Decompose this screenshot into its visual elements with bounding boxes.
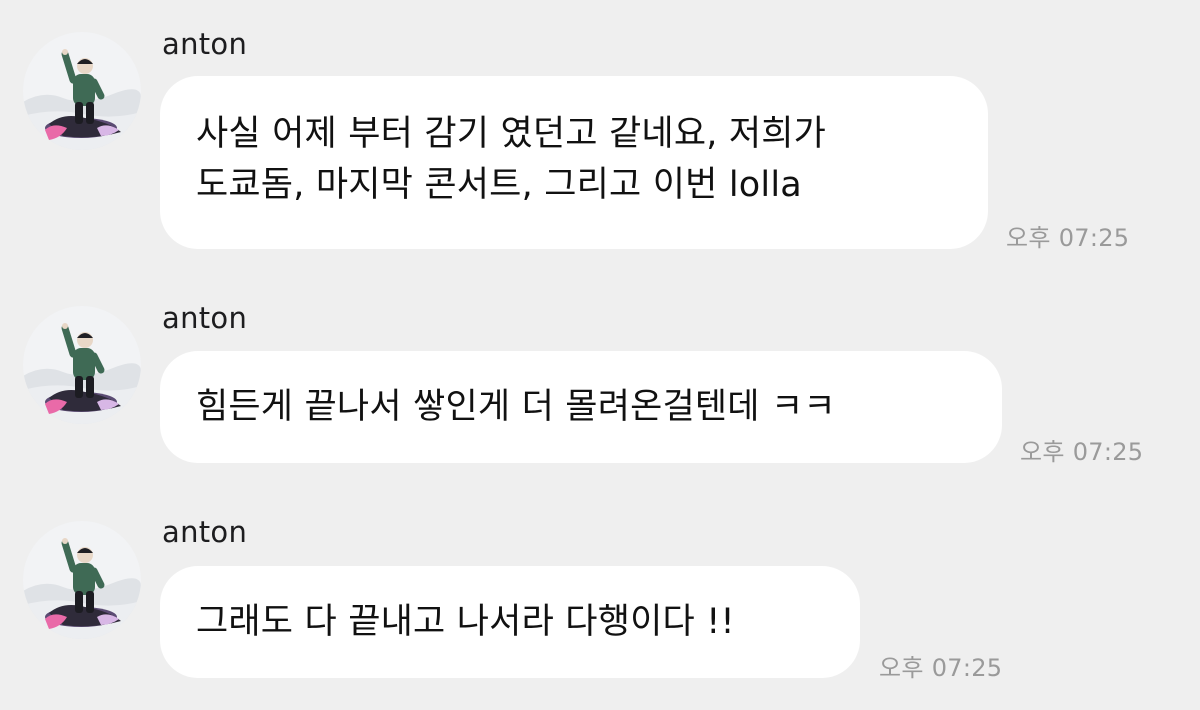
message-bubble[interactable]: 사실 어제 부터 감기 였던고 같네요, 저희가 도쿄돔, 마지막 콘서트, 그…: [160, 76, 988, 249]
message-bubble[interactable]: 힘든게 끝나서 쌓인게 더 몰려온걸텐데 ㅋㅋ: [160, 351, 1002, 463]
avatar[interactable]: [23, 306, 141, 424]
message-text-line: 도쿄돔, 마지막 콘서트, 그리고 이번 lolla: [196, 165, 802, 205]
message-text-line: 힘든게 끝나서 쌓인게 더 몰려온걸텐데 ㅋㅋ: [196, 387, 836, 427]
avatar[interactable]: [23, 32, 141, 150]
message-text-line: 그래도 다 끝내고 나서라 다행이다 !!: [196, 602, 735, 642]
message-bubble[interactable]: 그래도 다 끝내고 나서라 다행이다 !!: [160, 566, 860, 678]
message-text-line: 사실 어제 부터 감기 였던고 같네요, 저희가: [196, 114, 827, 154]
message-timestamp: 오후 07:25: [1006, 224, 1130, 252]
message-timestamp: 오후 07:25: [879, 654, 1003, 682]
sender-name: anton: [162, 301, 248, 335]
profile-photo-icon: [23, 306, 141, 424]
sender-name: anton: [162, 515, 248, 549]
sender-name: anton: [162, 27, 248, 61]
profile-photo-icon: [23, 521, 141, 639]
avatar[interactable]: [23, 521, 141, 639]
message-timestamp: 오후 07:25: [1020, 438, 1144, 466]
profile-photo-icon: [23, 32, 141, 150]
